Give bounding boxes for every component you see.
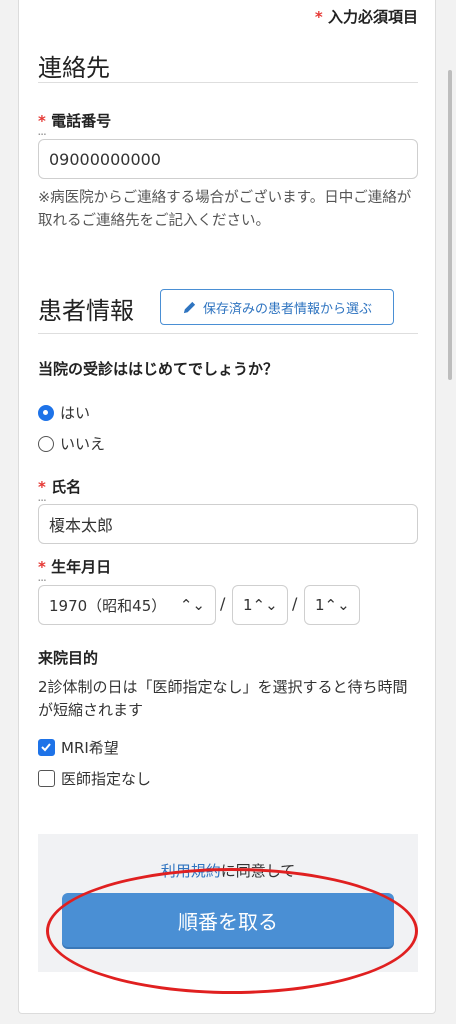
checkbox-mri-indicator[interactable]: [38, 739, 55, 756]
phone-value: 09000000000: [49, 149, 161, 169]
submit-label: 順番を取る: [178, 909, 278, 934]
radio-yes-label: はい: [60, 404, 91, 422]
updown-icon: ⌃⌄: [324, 596, 350, 614]
purpose-label: 来院目的: [38, 649, 99, 667]
name-placeholder: 榎本太郎: [49, 516, 114, 535]
first-visit-question: 当院の受診ははじめてでしょうか？: [38, 360, 279, 378]
required-mark: *: [38, 112, 46, 130]
phone-label: * 電話番号 ⋯: [38, 110, 112, 139]
choose-saved-label: 保存済みの患者情報から選ぶ: [202, 301, 372, 317]
radio-no-indicator[interactable]: [38, 435, 54, 452]
birth-year-value: 1970（昭和45）: [49, 596, 167, 615]
birth-label: * 生年月日 ⋯: [38, 556, 112, 585]
scrollbar[interactable]: [448, 70, 452, 380]
check-icon: [41, 743, 51, 752]
contact-section-title: 連絡先: [38, 54, 110, 82]
radio-yes[interactable]: はい: [38, 402, 90, 423]
agree-text: に同意して: [220, 862, 296, 880]
patient-divider: [38, 333, 418, 334]
label-dots: ⋯: [38, 130, 47, 139]
label-dots: ⋯: [38, 576, 47, 585]
birth-label-text: 生年月日: [51, 558, 112, 576]
birth-day-value: 1: [315, 596, 325, 614]
checkbox-mri-label: MRI希望: [61, 739, 119, 757]
checkbox-no-doctor-label: 医師指定なし: [61, 770, 152, 788]
required-mark: *: [314, 8, 323, 26]
birth-month-value: 1: [243, 596, 253, 614]
required-mark: *: [38, 478, 46, 496]
date-separator: /: [220, 594, 226, 613]
required-legend-text: 入力必須項目: [327, 8, 418, 26]
required-mark: *: [38, 558, 46, 576]
radio-no[interactable]: いいえ: [38, 433, 105, 454]
phone-input[interactable]: 09000000000: [38, 139, 418, 179]
purpose-note: 2診体制の日は「医師指定なし」を選択すると待ち時間が短縮されます: [38, 678, 408, 719]
radio-no-label: いいえ: [60, 435, 106, 453]
phone-note: ※病医院からご連絡する場合がございます。日中ご連絡が取れるご連絡先をご記入くださ…: [38, 190, 412, 229]
take-number-button[interactable]: 順番を取る: [62, 893, 394, 947]
updown-icon: ⌃⌄: [179, 596, 205, 614]
updown-icon: ⌃⌄: [252, 596, 278, 614]
birth-month-select[interactable]: 1 ⌃⌄: [232, 585, 288, 625]
name-input[interactable]: 榎本太郎: [38, 504, 418, 544]
required-legend: * 入力必須項目: [315, 6, 418, 27]
terms-agreement: 利用規約に同意して: [38, 860, 418, 881]
birth-day-select[interactable]: 1 ⌃⌄: [304, 585, 360, 625]
checkbox-no-doctor[interactable]: 医師指定なし: [38, 768, 151, 789]
pencil-icon: [183, 301, 196, 313]
phone-label-text: 電話番号: [51, 112, 112, 130]
checkbox-mri[interactable]: MRI希望: [38, 737, 119, 758]
name-label: * 氏名 ⋯: [38, 476, 82, 505]
choose-saved-patient-button[interactable]: 保存済みの患者情報から選ぶ: [160, 289, 394, 325]
date-separator: /: [292, 594, 298, 613]
birth-year-select[interactable]: 1970（昭和45） ⌃⌄: [38, 585, 216, 625]
contact-divider: [38, 82, 418, 83]
checkbox-no-doctor-indicator[interactable]: [38, 770, 55, 787]
terms-link[interactable]: 利用規約: [161, 862, 221, 880]
name-label-text: 氏名: [51, 478, 82, 496]
radio-yes-indicator[interactable]: [38, 404, 54, 421]
patient-section-title: 患者情報: [38, 297, 134, 325]
